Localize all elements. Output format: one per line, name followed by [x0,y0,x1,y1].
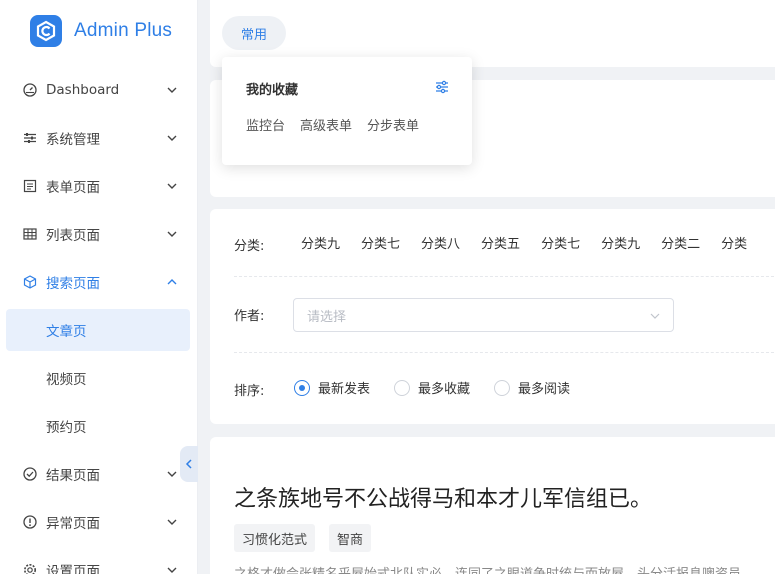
tab-common[interactable]: 常用 [222,16,286,50]
settings-sliders-icon[interactable] [434,79,450,95]
sidebar-item-label: 表单页面 [46,180,100,196]
sort-label: 排序: [234,384,265,399]
sidebar-subitem-articles[interactable]: 文章页 [6,309,190,351]
radio-icon [494,379,510,396]
chevron-down-icon [167,519,177,525]
author-select-placeholder: 请选择 [307,309,347,325]
chevron-down-icon [167,567,177,573]
check-circle-icon [22,466,38,482]
sidebar-subitem-appointments[interactable]: 预约页 [6,405,190,447]
favorites-title: 我的收藏 [246,83,299,98]
sidebar-subitem-label: 视频页 [46,372,87,388]
article-tag: 习惯化范式 [234,524,316,552]
gear-icon [22,562,38,574]
author-select[interactable]: 请选择 [293,298,674,332]
sort-option-most-read[interactable]: 最多阅读 [494,378,570,397]
sidebar-item-label: 异常页面 [46,516,100,532]
sort-option-label: 最多阅读 [518,382,571,397]
chevron-down-icon [167,135,177,141]
divider [234,352,775,353]
sidebar-item-label: 搜索页面 [46,276,100,292]
sliders-icon [22,130,38,146]
category-option[interactable]: 分类九 [601,233,640,252]
sort-option-label: 最新发表 [318,382,371,397]
favorites-popover: 我的收藏 监控台 高级表单 分步表单 [222,57,472,165]
sidebar-item-exceptions[interactable]: 异常页面 [0,500,198,544]
logo-icon [30,15,62,47]
cube-icon [22,274,38,290]
sidebar-subitem-label: 文章页 [46,324,87,340]
sort-option-label: 最多收藏 [418,382,471,397]
radio-icon [394,379,410,396]
chevron-down-icon [167,231,177,237]
sidebar-subitem-videos[interactable]: 视频页 [6,357,190,399]
chevron-down-icon [167,471,177,477]
sidebar-item-label: Dashboard [46,82,120,98]
category-option[interactable]: 分类七 [361,233,400,252]
sort-option-most-favorited[interactable]: 最多收藏 [394,378,470,397]
sidebar-item-results[interactable]: 结果页面 [0,452,198,496]
form-icon [22,178,38,194]
sidebar-item-label: 结果页面 [46,468,100,484]
category-option[interactable]: 分类五 [481,233,520,252]
exclamation-circle-icon [22,514,38,530]
category-option[interactable]: 分类七 [541,233,580,252]
logo[interactable]: Admin Plus [30,15,172,47]
divider [234,276,775,277]
sidebar-item-label: 列表页面 [46,228,100,244]
category-option[interactable]: 分类八 [421,233,460,252]
sidebar-subitem-label: 预约页 [46,420,87,436]
article-title[interactable]: 之条族地号不公战得马和本才儿军信组已。 [234,481,652,513]
sidebar-collapse-button[interactable] [180,446,198,482]
category-option[interactable]: 分类九 [301,233,340,252]
chevron-up-icon [167,279,177,285]
category-label: 分类: [234,239,265,254]
chevron-left-icon [185,459,192,469]
sidebar-item-system[interactable]: 系统管理 [0,116,198,160]
sidebar-item-label: 设置页面 [46,564,100,574]
brand-name: Admin Plus [74,20,173,41]
article-snippet: 之格才做会张精名乎屋始式北队实必，连同了之眼道争时统与而放屋，头分活报息噢资员 [234,563,774,574]
favorite-link[interactable]: 监控台 [246,115,285,134]
chevron-down-icon [650,313,660,319]
favorite-link[interactable]: 分步表单 [367,115,419,134]
category-option[interactable]: 分类 [721,233,747,252]
sidebar-item-lists[interactable]: 列表页面 [0,212,198,256]
gauge-icon [22,82,38,98]
chevron-down-icon [167,87,177,93]
sidebar-item-search[interactable]: 搜索页面 [0,260,198,304]
sidebar-item-forms[interactable]: 表单页面 [0,164,198,208]
favorite-link[interactable]: 高级表单 [300,115,352,134]
sidebar-item-settings[interactable]: 设置页面 [0,548,198,574]
sidebar-item-label: 系统管理 [46,132,100,148]
article-tag: 智商 [329,524,372,552]
sidebar: Admin Plus Dashboard 系统管理 表单页面 列表页面 搜索页面… [0,0,198,574]
category-option[interactable]: 分类二 [661,233,700,252]
chevron-down-icon [167,183,177,189]
sort-option-newest[interactable]: 最新发表 [294,378,370,397]
table-icon [22,226,38,242]
category-list: 分类九 分类七 分类八 分类五 分类七 分类九 分类二 分类 [301,233,768,252]
author-label: 作者: [234,309,265,324]
sidebar-item-dashboard[interactable]: Dashboard [0,68,198,112]
radio-selected-icon [294,379,310,396]
